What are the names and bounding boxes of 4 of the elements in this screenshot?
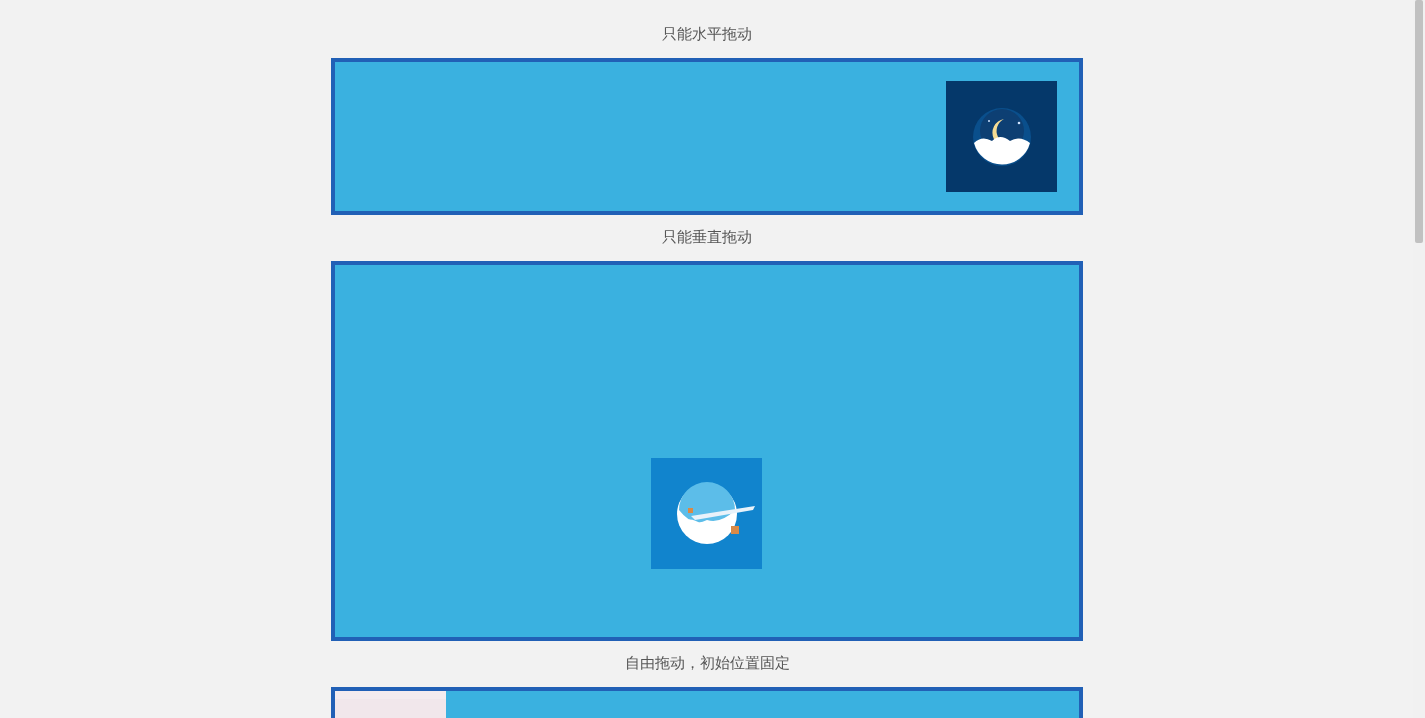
section-title: 自由拖动，初始位置固定 — [623, 654, 791, 673]
section-title: 只能水平拖动 — [661, 25, 753, 44]
section-title: 只能垂直拖动 — [661, 228, 753, 247]
scrollbar-thumb[interactable] — [1415, 0, 1423, 243]
